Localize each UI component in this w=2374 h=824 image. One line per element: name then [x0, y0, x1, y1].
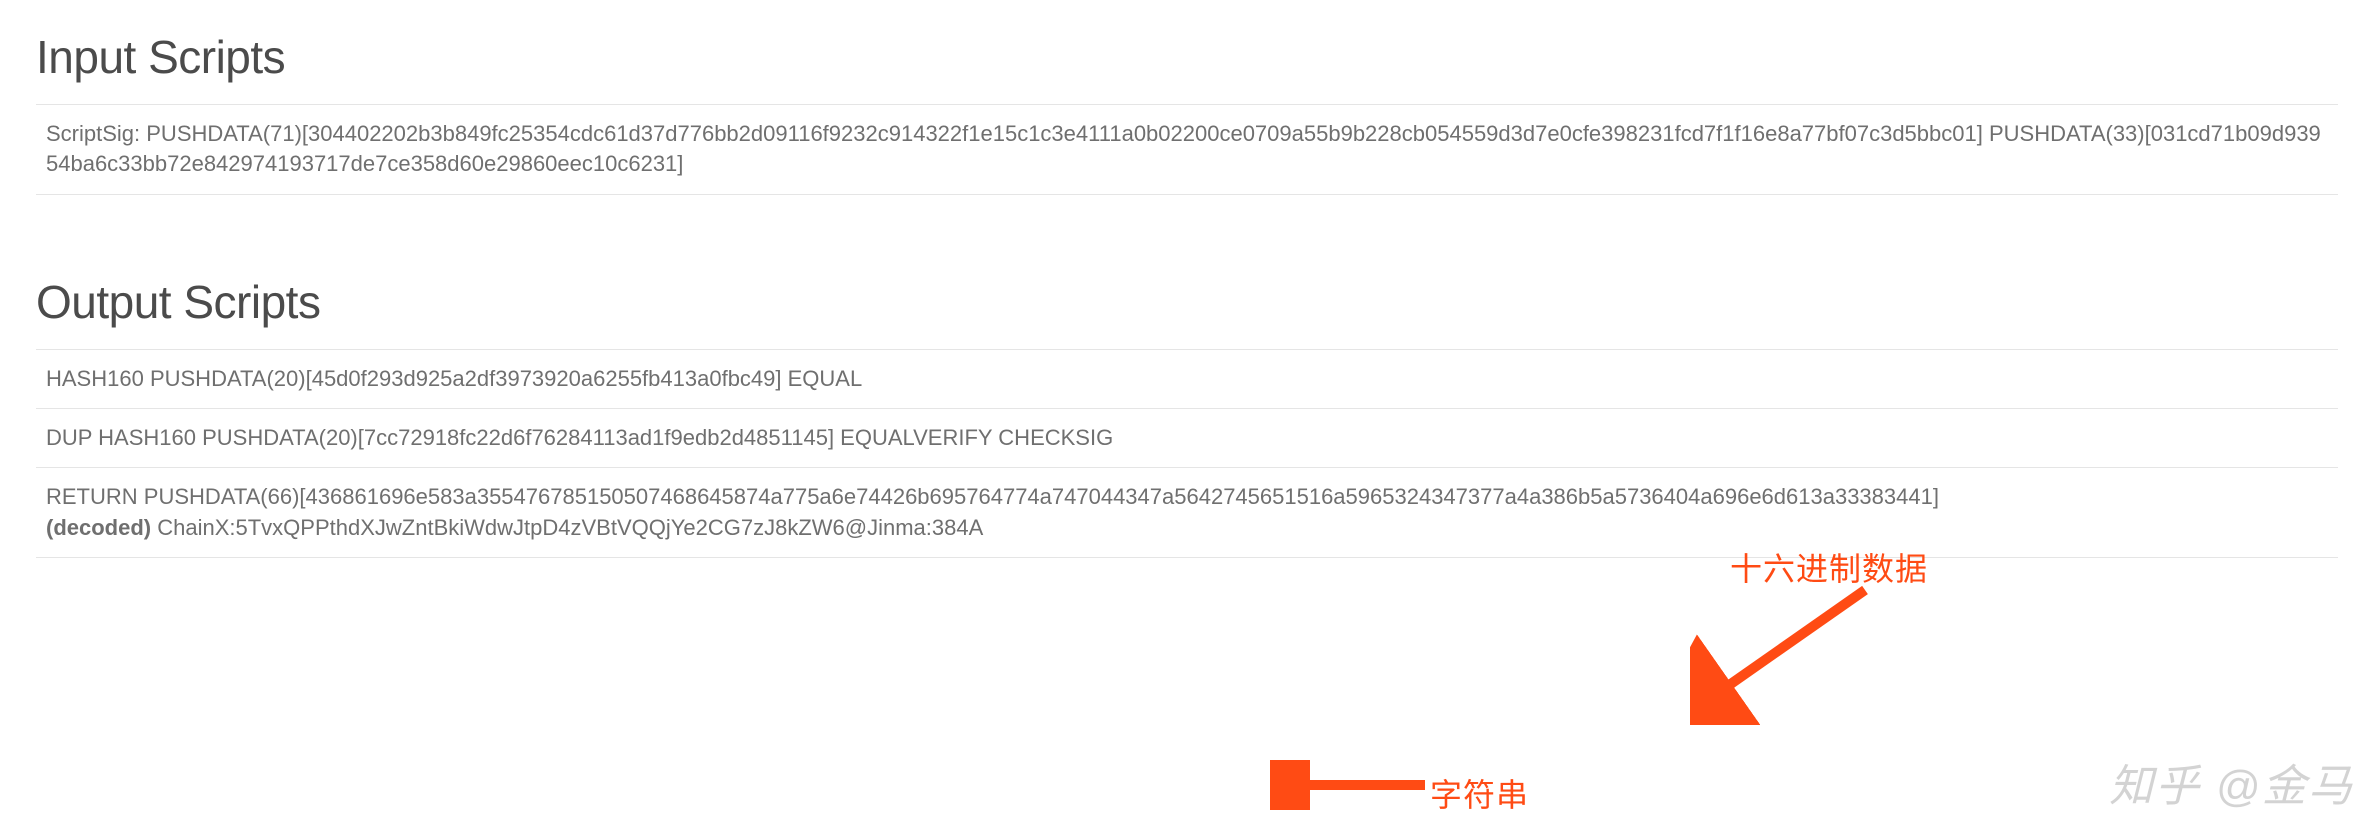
output-script-row: RETURN PUSHDATA(66)[436861696e583a355476… [36, 468, 2338, 558]
script-decoded: (decoded) ChainX:5TvxQPPthdXJwZntBkiWdwJ… [46, 513, 2328, 543]
output-scripts-heading: Output Scripts [36, 275, 2338, 329]
input-script-row: ScriptSig: PUSHDATA(71)[304402202b3b849f… [36, 104, 2338, 195]
annotation-arrow-string [1270, 760, 1445, 810]
annotation-arrow-hex [1690, 575, 1900, 725]
output-script-row: HASH160 PUSHDATA(20)[45d0f293d925a2df397… [36, 349, 2338, 409]
input-scripts-section: Input Scripts ScriptSig: PUSHDATA(71)[30… [36, 30, 2338, 195]
output-scripts-section: Output Scripts HASH160 PUSHDATA(20)[45d0… [36, 275, 2338, 558]
watermark: 知乎 @金马 [2109, 750, 2354, 814]
script-text: ScriptSig: PUSHDATA(71)[304402202b3b849f… [46, 119, 2328, 180]
decoded-value: ChainX:5TvxQPPthdXJwZntBkiWdwJtpD4zVBtVQ… [151, 515, 983, 540]
annotation-hex-label: 十六进制数据 [1730, 544, 1928, 590]
output-script-row: DUP HASH160 PUSHDATA(20)[7cc72918fc22d6f… [36, 409, 2338, 468]
script-text: DUP HASH160 PUSHDATA(20)[7cc72918fc22d6f… [46, 423, 2328, 453]
decoded-label: (decoded) [46, 515, 151, 540]
script-text: HASH160 PUSHDATA(20)[45d0f293d925a2df397… [46, 364, 2328, 394]
script-hex: RETURN PUSHDATA(66)[436861696e583a355476… [46, 482, 2328, 512]
annotation-string-label: 字符串 [1430, 770, 1529, 816]
input-scripts-heading: Input Scripts [36, 30, 2338, 84]
